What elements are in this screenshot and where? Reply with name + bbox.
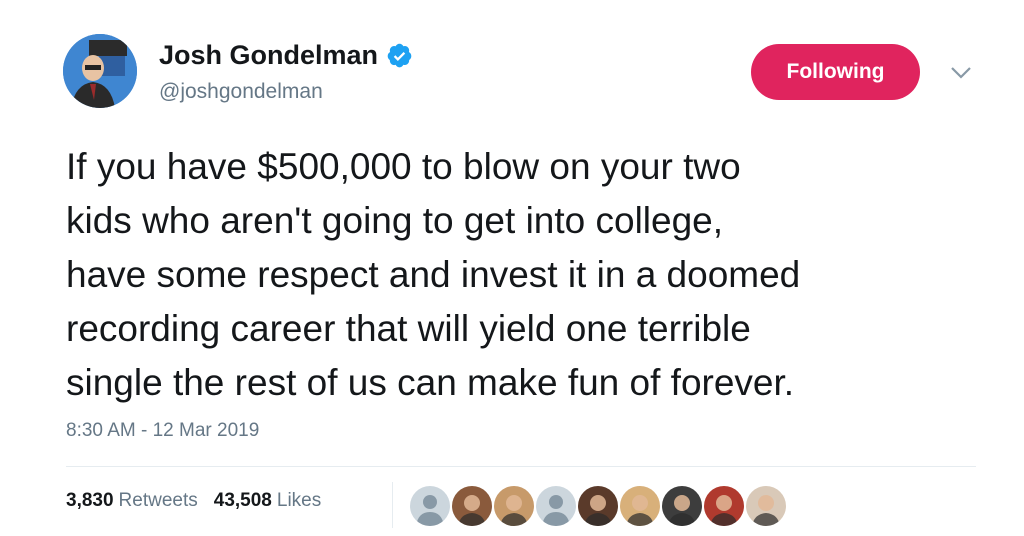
liker-avatar[interactable] (534, 484, 578, 528)
tweet-text-line: have some respect and invest it in a doo… (66, 254, 801, 295)
retweets-count: 3,830 (66, 490, 114, 511)
default-avatar-icon (536, 486, 576, 526)
author-avatar[interactable] (63, 34, 137, 108)
liker-avatar[interactable] (450, 484, 494, 528)
liker-avatar[interactable] (660, 484, 704, 528)
liker-avatar[interactable] (744, 484, 788, 528)
liker-avatar[interactable] (618, 484, 662, 528)
divider (66, 466, 976, 467)
user-photo-icon (620, 486, 660, 526)
user-photo-icon (494, 486, 534, 526)
verified-badge-icon (387, 43, 412, 68)
author-name-text: Josh Gondelman (159, 40, 379, 70)
tweet-timestamp[interactable]: 8:30 AM - 12 Mar 2019 (66, 420, 259, 442)
likes-stat[interactable]: 43,508 Likes (214, 490, 337, 512)
stats-separator (392, 482, 393, 528)
retweets-label: Retweets (118, 490, 198, 511)
likes-count: 43,508 (213, 490, 272, 511)
user-photo-icon (452, 486, 492, 526)
author-name[interactable]: Josh Gondelman (159, 40, 413, 71)
user-photo-icon (746, 486, 786, 526)
tweet-text-line: kids who aren't going to get into colleg… (66, 200, 724, 241)
retweets-stat[interactable]: 3,830 Retweets (66, 490, 214, 512)
tweet-text: If you have $500,000 to blow on your two… (66, 140, 976, 410)
author-handle[interactable]: @joshgondelman (159, 80, 323, 104)
user-photo-icon (662, 486, 702, 526)
liker-avatar[interactable] (492, 484, 536, 528)
user-photo-icon (578, 486, 618, 526)
tweet-card: Josh Gondelman @joshgondelman Following … (0, 0, 1024, 536)
chevron-down-icon[interactable] (950, 66, 972, 80)
tweet-text-line: If you have $500,000 to blow on your two (66, 146, 741, 187)
liker-avatar[interactable] (408, 484, 452, 528)
default-avatar-icon (410, 486, 450, 526)
liker-avatar[interactable] (702, 484, 746, 528)
liker-avatar[interactable] (576, 484, 620, 528)
likes-label: Likes (276, 490, 322, 511)
following-button[interactable]: Following (751, 44, 920, 100)
tweet-stats: 3,830 Retweets 43,508 Likes (66, 490, 337, 512)
tweet-text-line: recording career that will yield one ter… (66, 308, 751, 349)
liker-avatars (408, 484, 788, 528)
tweet-text-line: single the rest of us can make fun of fo… (66, 362, 795, 403)
profile-photo-icon (63, 34, 137, 108)
user-photo-icon (704, 486, 744, 526)
